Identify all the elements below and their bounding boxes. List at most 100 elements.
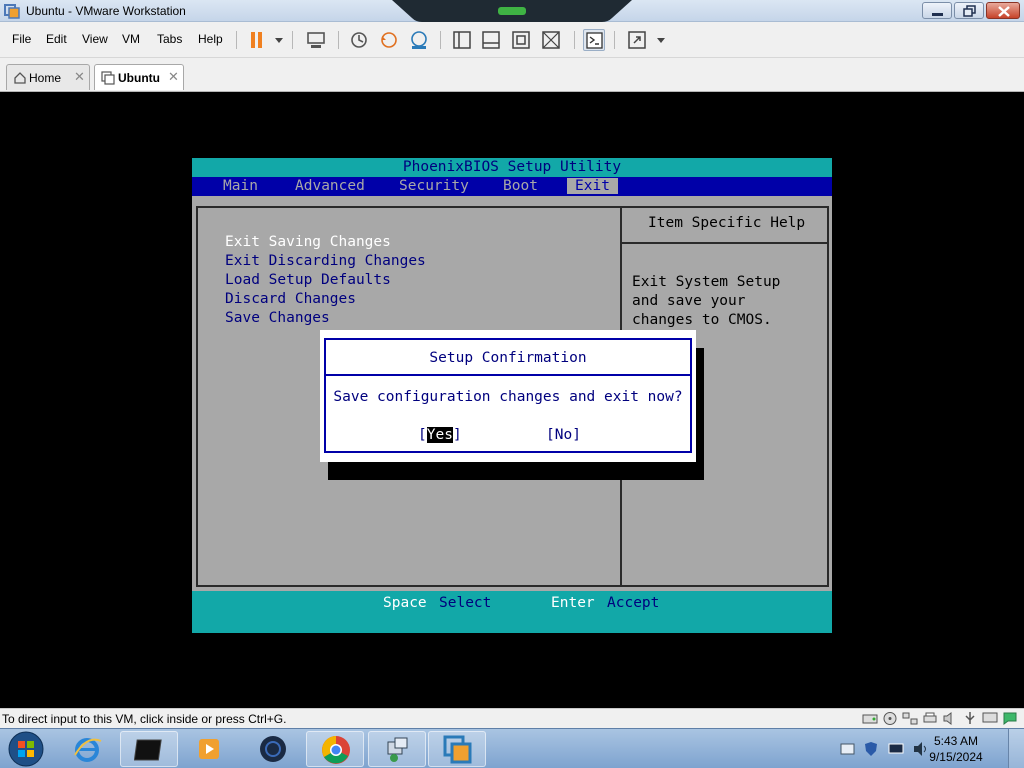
unity-notch — [392, 0, 632, 22]
media-player-icon — [199, 739, 219, 759]
minimize-icon — [932, 13, 943, 16]
taskbar-vmware-orb[interactable] — [244, 731, 302, 767]
snapshot-manager-button[interactable] — [408, 29, 430, 51]
show-library-button[interactable] — [451, 29, 473, 51]
stretch-dropdown[interactable] — [650, 29, 665, 51]
display-icon[interactable] — [982, 711, 998, 726]
snapshot-icon — [351, 32, 367, 48]
status-text: To direct input to this VM, click inside… — [2, 712, 287, 726]
power-dropdown[interactable] — [268, 29, 283, 51]
console-icon — [586, 32, 603, 49]
yes-button[interactable]: [Yes] — [418, 427, 462, 443]
tab-home[interactable]: Home ✕ — [6, 64, 90, 90]
windows-taskbar: 5:43 AM 9/15/2024 — [0, 728, 1024, 768]
restore-icon — [963, 5, 976, 17]
taskbar-media-player[interactable] — [180, 731, 238, 767]
vmware-app-icon — [4, 4, 20, 19]
thumbnail-bar-button[interactable] — [480, 29, 502, 51]
taskbar-vmware-workstation[interactable] — [428, 731, 486, 767]
printer-icon[interactable] — [922, 711, 938, 726]
bios-menu-exit[interactable]: Exit — [567, 178, 618, 194]
network-icon[interactable] — [888, 741, 904, 757]
clock-time[interactable]: 5:43 AM — [914, 734, 998, 748]
start-button[interactable] — [6, 730, 46, 768]
menu-view[interactable]: View — [82, 32, 108, 46]
taskbar-internet-explorer[interactable] — [58, 731, 116, 767]
full-screen-icon — [512, 31, 530, 49]
bios-title: PhoenixBIOS Setup Utility — [402, 159, 622, 175]
bios-option-discard-changes[interactable]: Discard Changes — [225, 291, 356, 307]
bios-footer-key-enter: Enter — [551, 595, 595, 611]
stretch-button[interactable] — [626, 29, 648, 51]
snapshot-button[interactable] — [348, 29, 370, 51]
send-ctrl-alt-del-button[interactable] — [305, 29, 327, 51]
chevron-down-icon — [657, 38, 665, 43]
bios-option-save-changes[interactable]: Save Changes — [225, 310, 330, 326]
bios-menu-bar: Main Advanced Security Boot Exit — [192, 177, 832, 196]
computer-icon — [307, 32, 325, 48]
bios-option-load-defaults[interactable]: Load Setup Defaults — [225, 272, 391, 288]
menubar-toolbar: File Edit View VM Tabs Help — [0, 22, 1024, 58]
message-log-icon[interactable] — [1002, 711, 1018, 726]
chrome-icon — [322, 736, 350, 764]
close-icon — [998, 6, 1010, 17]
bios-footer-desc-accept: Accept — [607, 595, 660, 611]
sidebar-icon — [453, 31, 471, 49]
clock-date[interactable]: 9/15/2024 — [914, 750, 998, 764]
no-button[interactable]: [No] — [546, 427, 581, 443]
chevron-down-icon — [275, 38, 283, 43]
bios-menu-main[interactable]: Main — [223, 178, 258, 194]
menu-tabs[interactable]: Tabs — [157, 32, 182, 46]
close-icon[interactable]: ✕ — [168, 69, 179, 85]
tab-bar: Home ✕ Ubuntu ✕ — [0, 58, 1024, 92]
restore-button[interactable] — [954, 2, 984, 19]
menu-edit[interactable]: Edit — [46, 32, 67, 46]
tab-ubuntu[interactable]: Ubuntu ✕ — [94, 64, 184, 90]
menu-file[interactable]: File — [12, 32, 31, 46]
console-view-button[interactable] — [583, 29, 605, 51]
terminal-icon — [134, 739, 162, 761]
menu-vm[interactable]: VM — [122, 32, 140, 46]
security-shield-icon[interactable] — [864, 741, 878, 757]
bios-option-exit-discarding[interactable]: Exit Discarding Changes — [225, 253, 426, 269]
unity-button[interactable] — [540, 29, 562, 51]
taskbar-terminal[interactable] — [120, 731, 178, 767]
window-titlebar: Ubuntu - VMware Workstation — [0, 0, 1024, 22]
network-adapter-icon[interactable] — [902, 711, 918, 726]
bios-menu-advanced[interactable]: Advanced — [295, 178, 365, 194]
close-icon[interactable]: ✕ — [74, 69, 85, 85]
bios-menu-security[interactable]: Security — [399, 178, 469, 194]
unity-icon — [542, 31, 560, 49]
sound-card-icon[interactable] — [942, 711, 958, 726]
dialog-message: Save configuration changes and exit now? — [333, 389, 683, 405]
minimize-button[interactable] — [922, 2, 952, 19]
show-desktop-button[interactable] — [1008, 729, 1024, 768]
setup-confirmation-dialog: Setup Confirmation Save configuration ch… — [320, 330, 696, 462]
hard-disk-icon[interactable] — [862, 711, 878, 726]
snapshot-manager-icon — [411, 31, 427, 49]
show-hidden-icons-icon[interactable] — [840, 741, 856, 757]
cd-dvd-icon[interactable] — [882, 711, 898, 726]
revert-icon — [381, 32, 397, 48]
status-bar: To direct input to this VM, click inside… — [0, 708, 1024, 728]
stretch-icon — [628, 31, 646, 49]
menu-help[interactable]: Help — [198, 32, 223, 46]
vmware-orb-icon — [260, 736, 286, 762]
bios-option-exit-saving[interactable]: Exit Saving Changes — [225, 234, 391, 250]
revert-snapshot-button[interactable] — [378, 29, 400, 51]
bios-title-bar: PhoenixBIOS Setup Utility — [192, 158, 832, 177]
pause-button[interactable] — [246, 29, 268, 51]
bios-footer-desc-select: Select — [439, 595, 492, 611]
vm-icon — [101, 71, 115, 85]
taskbar-network-tool[interactable] — [368, 731, 426, 767]
close-button[interactable] — [986, 2, 1020, 19]
device-status-icons — [862, 711, 1018, 726]
bios-menu-boot[interactable]: Boot — [503, 178, 538, 194]
usb-icon[interactable] — [962, 711, 978, 726]
internet-explorer-icon — [74, 738, 102, 762]
pause-icon — [251, 32, 262, 48]
bios-help-text: Exit System Setup and save your changes … — [632, 274, 781, 328]
full-screen-button[interactable] — [510, 29, 532, 51]
dialog-title: Setup Confirmation — [429, 350, 587, 366]
taskbar-chrome[interactable] — [306, 731, 364, 767]
